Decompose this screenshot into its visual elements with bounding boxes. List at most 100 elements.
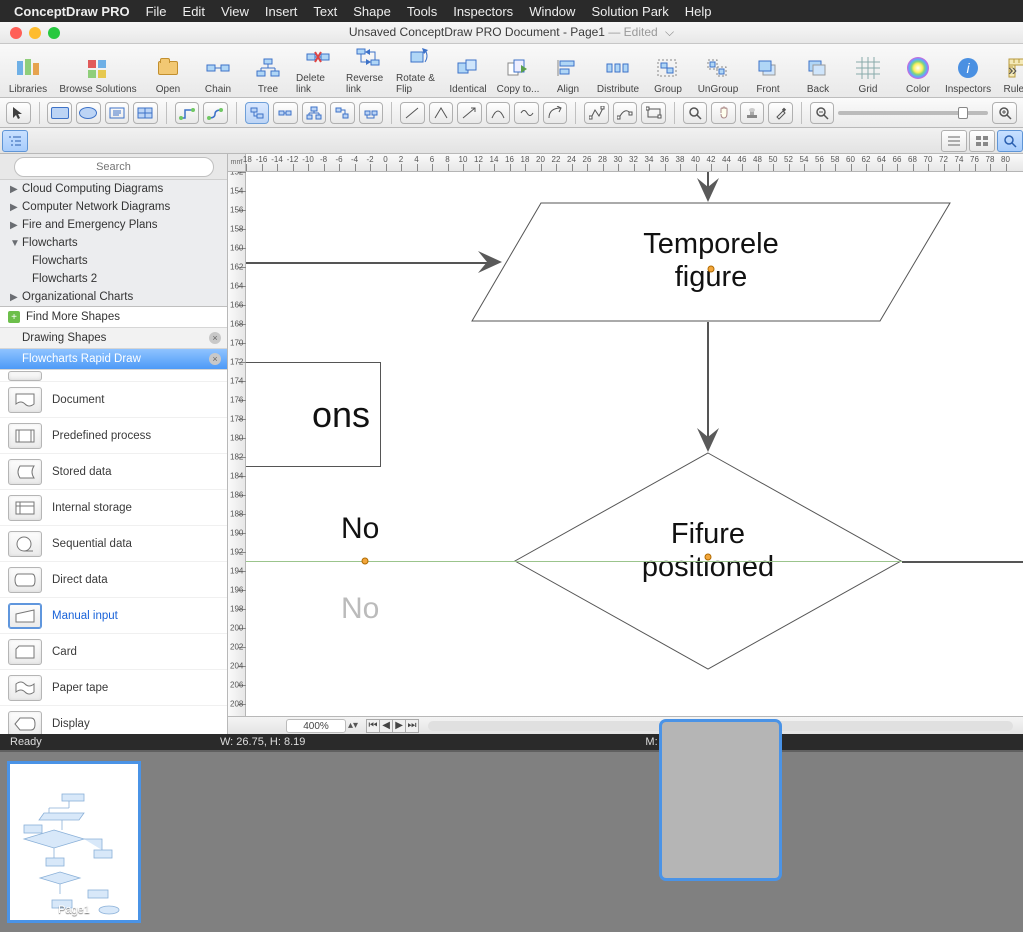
grid-view-icon[interactable] xyxy=(969,130,995,152)
toolbar-tree[interactable]: Tree xyxy=(246,54,290,95)
tab-drawing-shapes[interactable]: Drawing Shapes × xyxy=(0,328,227,349)
rapiddraw-tool-1[interactable] xyxy=(245,102,270,124)
menu-help[interactable]: Help xyxy=(685,4,712,19)
horizontal-scrollbar[interactable] xyxy=(428,721,1013,731)
shape-item[interactable]: Direct data xyxy=(0,562,227,598)
zoom-slider[interactable] xyxy=(838,111,988,115)
line-tool-3[interactable] xyxy=(457,102,482,124)
curve-tool-1[interactable] xyxy=(486,102,511,124)
connector-line[interactable] xyxy=(246,262,490,264)
connector-line[interactable] xyxy=(707,322,709,442)
zoom-in-button[interactable] xyxy=(992,102,1017,124)
toolbar-copyto[interactable]: Copy to... xyxy=(496,54,540,95)
first-page-icon[interactable]: ⏮ xyxy=(366,719,380,733)
shape-list[interactable]: DocumentPredefined processStored dataInt… xyxy=(0,370,227,734)
last-page-icon[interactable]: ⏭ xyxy=(405,719,419,733)
horizontal-ruler[interactable]: mm -18-16-14-12-10-8-6-4-202468101214161… xyxy=(228,154,1023,172)
toolbar-overflow-icon[interactable]: » xyxy=(1008,62,1017,80)
shape-item[interactable]: Paper tape xyxy=(0,670,227,706)
connector-tool-1[interactable] xyxy=(175,102,200,124)
toolbar-distribute[interactable]: Distribute xyxy=(596,54,640,95)
shape-item[interactable]: Document xyxy=(0,382,227,418)
tree-node[interactable]: ▶Cloud Computing Diagrams xyxy=(0,180,227,198)
zoom-out-button[interactable] xyxy=(810,102,835,124)
shape-item[interactable]: Display xyxy=(0,706,227,734)
pointer-tool[interactable] xyxy=(6,102,31,124)
tree-node[interactable]: ▼Flowcharts xyxy=(0,234,227,252)
tree-node[interactable]: Flowcharts 2 xyxy=(0,270,227,288)
connection-point-icon[interactable] xyxy=(705,554,712,561)
stamp-tool[interactable] xyxy=(740,102,765,124)
table-tool[interactable] xyxy=(133,102,158,124)
prev-page-icon[interactable]: ◀ xyxy=(379,719,393,733)
process-shape[interactable]: ons xyxy=(246,362,381,467)
menu-tools[interactable]: Tools xyxy=(407,4,437,19)
tab-flowcharts-rapid-draw[interactable]: Flowcharts Rapid Draw × xyxy=(0,349,227,370)
rect-tool[interactable] xyxy=(47,102,72,124)
toolbar-inspectors[interactable]: iInspectors xyxy=(946,54,990,95)
shape-item[interactable] xyxy=(0,370,227,382)
line-tool-2[interactable] xyxy=(429,102,454,124)
toolbar-identical[interactable]: Identical xyxy=(446,54,490,95)
zoom-stepper-icon[interactable]: ▴▾ xyxy=(348,720,358,731)
menu-edit[interactable]: Edit xyxy=(183,4,205,19)
menu-inspectors[interactable]: Inspectors xyxy=(453,4,513,19)
edit-points-tool-1[interactable] xyxy=(584,102,609,124)
curve-tool-3[interactable] xyxy=(543,102,568,124)
close-icon[interactable]: × xyxy=(209,332,221,344)
toolbar-group[interactable]: Group xyxy=(646,54,690,95)
search-input[interactable] xyxy=(14,157,214,177)
shape-item[interactable]: Internal storage xyxy=(0,490,227,526)
menu-text[interactable]: Text xyxy=(313,4,337,19)
edit-points-tool-2[interactable] xyxy=(613,102,638,124)
toolbar-deletelink[interactable]: Delete link xyxy=(296,43,340,95)
toolbar-back[interactable]: Back xyxy=(796,54,840,95)
menu-file[interactable]: File xyxy=(146,4,167,19)
shape-item[interactable]: Stored data xyxy=(0,454,227,490)
toolbar-browse[interactable]: Browse Solutions xyxy=(56,54,140,95)
eyedropper-tool[interactable] xyxy=(768,102,793,124)
toolbar-grid[interactable]: Grid xyxy=(846,54,890,95)
connector-tool-2[interactable] xyxy=(203,102,228,124)
vertical-ruler[interactable]: 1521541561581601621641661681701721741761… xyxy=(228,172,246,716)
menu-window[interactable]: Window xyxy=(529,4,575,19)
toolbar-ungroup[interactable]: UnGroup xyxy=(696,54,740,95)
page-navigator[interactable]: Page1 xyxy=(0,750,1023,932)
rapiddraw-tool-4[interactable] xyxy=(330,102,355,124)
toolbar-rotateflip[interactable]: Rotate & Flip xyxy=(396,43,440,95)
outline-view-icon[interactable] xyxy=(2,130,28,152)
menu-solutionpark[interactable]: Solution Park xyxy=(591,4,668,19)
rapiddraw-tool-3[interactable] xyxy=(302,102,327,124)
drawing-canvas[interactable]: Temporele figure ons xyxy=(246,172,1023,716)
zoom-value[interactable]: 400% xyxy=(286,719,346,733)
chevron-down-icon[interactable]: ⌵ xyxy=(665,25,674,39)
decision-shape[interactable]: Fifure positioned xyxy=(514,452,902,673)
toolbar-chain[interactable]: Chain xyxy=(196,54,240,95)
curve-tool-2[interactable] xyxy=(514,102,539,124)
ellipse-tool[interactable] xyxy=(76,102,101,124)
page-thumbnail[interactable]: Page1 xyxy=(10,764,138,920)
shape-item[interactable]: Manual input xyxy=(0,598,227,634)
toolbar-align[interactable]: Align xyxy=(546,54,590,95)
text-tool[interactable] xyxy=(105,102,130,124)
menu-view[interactable]: View xyxy=(221,4,249,19)
tree-node[interactable]: ▶Organizational Charts xyxy=(0,288,227,306)
find-more-shapes-button[interactable]: + Find More Shapes xyxy=(0,307,227,328)
search-view-icon[interactable] xyxy=(997,130,1023,152)
toolbar-open[interactable]: Open xyxy=(146,54,190,95)
pan-tool[interactable] xyxy=(711,102,736,124)
rapiddraw-tool-5[interactable] xyxy=(359,102,384,124)
tree-node[interactable]: ▶Computer Network Diagrams xyxy=(0,198,227,216)
toolbar-reverselink[interactable]: Reverse link xyxy=(346,43,390,95)
shape-item[interactable]: Predefined process xyxy=(0,418,227,454)
list-view-icon[interactable] xyxy=(941,130,967,152)
toolbar-front[interactable]: Front xyxy=(746,54,790,95)
tree-node[interactable]: ▶Fire and Emergency Plans xyxy=(0,216,227,234)
rapiddraw-tool-2[interactable] xyxy=(273,102,298,124)
toolbar-libraries[interactable]: Libraries xyxy=(6,54,50,95)
shape-item[interactable]: Card xyxy=(0,634,227,670)
line-tool-1[interactable] xyxy=(400,102,425,124)
connector-label-no[interactable]: No xyxy=(341,512,379,546)
menu-insert[interactable]: Insert xyxy=(265,4,298,19)
connector-line[interactable] xyxy=(902,561,1023,563)
